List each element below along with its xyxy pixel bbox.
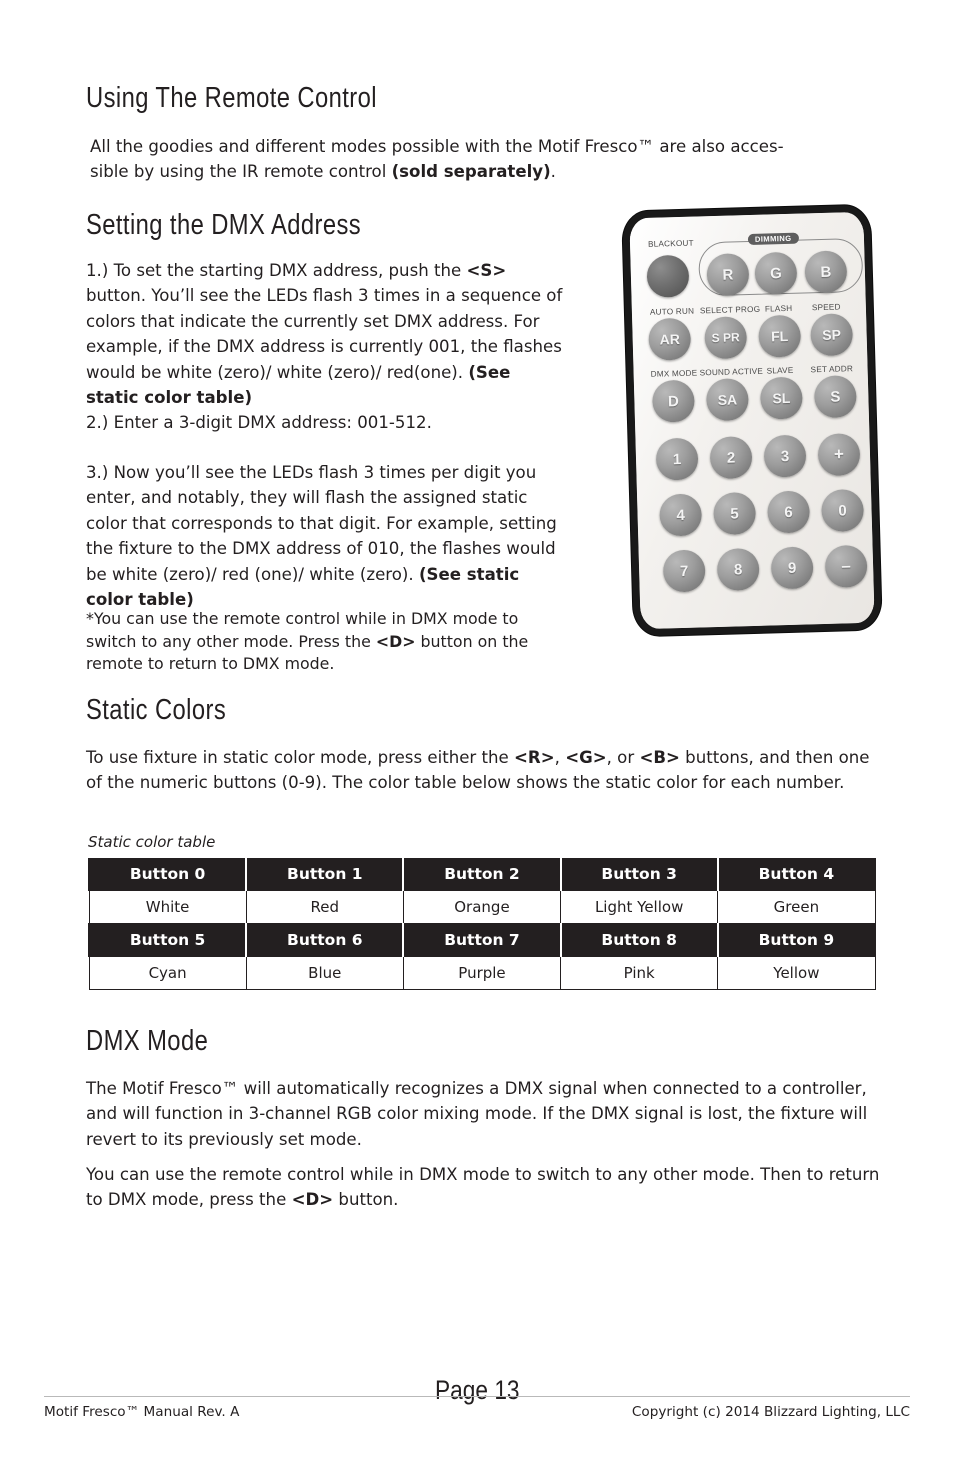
remote-control-photo: BLACKOUT DIMMING R G B AUTO RUN SELECT P… <box>622 204 882 637</box>
label-flash: FLASH <box>764 303 793 314</box>
static-colors-paragraph: To use fixture in static color mode, pre… <box>86 745 876 796</box>
dmx-step-2: 2.) Enter a 3-digit DMX address: 001-512… <box>86 413 432 432</box>
dmx-step-3: 3.) Now you’ll see the LEDs flash 3 time… <box>86 460 564 612</box>
table-cell: Light Yellow <box>560 890 719 924</box>
page-number: Page 13 <box>0 1375 954 1406</box>
heading-dmx-mode: DMX Mode <box>86 1025 209 1057</box>
table-row: Cyan Blue Purple Pink Yellow <box>88 956 876 990</box>
label-speed: SPEED <box>811 302 841 313</box>
remote-button-1[interactable]: 1 <box>655 437 699 481</box>
table-row: Button 5 Button 6 Button 7 Button 8 Butt… <box>87 923 877 957</box>
table-header-cell: Button 9 <box>716 923 877 957</box>
remote-button-plus[interactable]: + <box>817 433 861 477</box>
remote-button-3[interactable]: 3 <box>763 434 807 478</box>
remote-button-sound-active[interactable]: SA <box>705 378 749 422</box>
table-header-cell: Button 4 <box>716 858 877 891</box>
remote-body: BLACKOUT DIMMING R G B AUTO RUN SELECT P… <box>622 204 882 637</box>
label-dmx-mode: DMX MODE <box>650 368 698 379</box>
table-cell: Red <box>245 890 404 924</box>
static-colors-text-a: To use fixture in static color mode, pre… <box>86 748 515 767</box>
remote-button-5[interactable]: 5 <box>713 491 757 536</box>
dmx-mode-paragraph-1: The Motif Fresco™ will automatically rec… <box>86 1079 868 1149</box>
remote-button-blackout[interactable] <box>646 254 690 298</box>
remote-button-0[interactable]: 0 <box>820 488 865 533</box>
intro-line-2c: . <box>550 162 556 182</box>
label-blackout: BLACKOUT <box>647 238 694 249</box>
table-header-cell: Button 2 <box>402 858 562 891</box>
page-number-text: Page 13 <box>434 1375 520 1405</box>
footer-copyright: Copyright (c) 2014 Blizzard Lighting, LL… <box>631 1404 910 1420</box>
sold-separately-emphasis: (sold separately) <box>391 162 551 182</box>
table-header-cell: Button 1 <box>245 858 405 891</box>
remote-button-minus[interactable]: – <box>824 544 868 589</box>
dmx-step-1-text-a: 1.) To set the starting DMX address, pus… <box>86 261 462 280</box>
table-cell: Orange <box>402 890 562 924</box>
heading-using-the-remote-control: Using The Remote Control <box>86 82 377 114</box>
static-colors-sep-1: , <box>554 748 566 767</box>
remote-button-speed[interactable]: SP <box>810 313 854 357</box>
d-button-reference: <D> <box>291 1190 334 1210</box>
static-color-table: Button 0 Button 1 Button 2 Button 3 Butt… <box>87 858 877 990</box>
table-cell: White <box>88 890 247 924</box>
remote-button-9[interactable]: 9 <box>770 546 814 590</box>
table-cell: Pink <box>560 956 719 990</box>
table-header-cell: Button 8 <box>559 923 719 957</box>
remote-button-select-prog[interactable]: S PR <box>704 316 748 360</box>
table-cell: Blue <box>245 956 404 990</box>
remote-button-4[interactable]: 4 <box>659 493 703 537</box>
table-header-cell: Button 3 <box>559 858 719 891</box>
static-color-table-caption: Static color table <box>88 833 216 851</box>
label-dimming: DIMMING <box>747 232 799 246</box>
d-button-reference-note: <D> <box>375 631 416 651</box>
remote-button-flash[interactable]: FL <box>758 314 802 358</box>
r-button-reference: <R> <box>514 748 555 767</box>
b-button-reference: <B> <box>639 748 680 767</box>
intro-line-2a: sible by using the IR remote control <box>90 162 392 182</box>
dmx-mode-paragraph-2: You can use the remote control while in … <box>86 1162 882 1213</box>
remote-button-7[interactable]: 7 <box>662 549 706 593</box>
label-select-prog: SELECT PROG <box>699 304 761 316</box>
intro-paragraph: All the goodies and different modes poss… <box>90 134 880 185</box>
label-auto-run: AUTO RUN <box>649 306 695 317</box>
remote-button-slave[interactable]: SL <box>759 376 803 420</box>
footer-divider <box>44 1396 910 1397</box>
remote-button-auto-run[interactable]: AR <box>648 317 692 361</box>
table-cell: Yellow <box>717 956 876 990</box>
heading-static-colors: Static Colors <box>86 694 227 726</box>
document-page: Using The Remote Control All the goodies… <box>0 0 954 1475</box>
heading-setting-the-dmx-address: Setting the DMX Address <box>86 209 362 241</box>
remote-button-6[interactable]: 6 <box>766 490 811 534</box>
table-header-cell: Button 7 <box>402 923 562 957</box>
remote-button-8[interactable]: 8 <box>716 547 760 592</box>
dmx-mode-text-c: button. <box>333 1190 399 1210</box>
label-set-addr: SET ADDR <box>810 364 854 375</box>
footer-manual-label: Motif Fresco™ Manual Rev. A <box>44 1404 240 1420</box>
s-button-reference: <S> <box>466 261 507 280</box>
table-header-cell: Button 0 <box>87 858 248 891</box>
table-row: Button 0 Button 1 Button 2 Button 3 Butt… <box>87 858 877 891</box>
intro-line-1: All the goodies and different modes poss… <box>90 137 784 156</box>
table-header-cell: Button 6 <box>245 923 405 957</box>
g-button-reference: <G> <box>565 748 607 767</box>
table-cell: Cyan <box>88 956 247 990</box>
table-header-cell: Button 5 <box>87 923 248 957</box>
dmx-mode-text-a: You can use the remote control while in … <box>86 1165 880 1210</box>
dmx-step-1: 1.) To set the starting DMX address, pus… <box>86 258 564 410</box>
table-cell: Green <box>717 890 876 924</box>
remote-button-2[interactable]: 2 <box>709 436 753 480</box>
label-sound-active: SOUND ACTIVE <box>699 366 764 378</box>
dmx-note: *You can use the remote control while in… <box>86 608 568 676</box>
remote-button-dmx-mode[interactable]: D <box>651 379 696 423</box>
table-cell: Purple <box>402 956 562 990</box>
remote-button-set-addr[interactable]: S <box>813 375 857 419</box>
remote-faceplate: BLACKOUT DIMMING R G B AUTO RUN SELECT P… <box>629 211 875 630</box>
label-slave: SLAVE <box>766 365 794 376</box>
table-row: White Red Orange Light Yellow Green <box>88 890 876 924</box>
static-colors-sep-2: , or <box>606 748 640 767</box>
